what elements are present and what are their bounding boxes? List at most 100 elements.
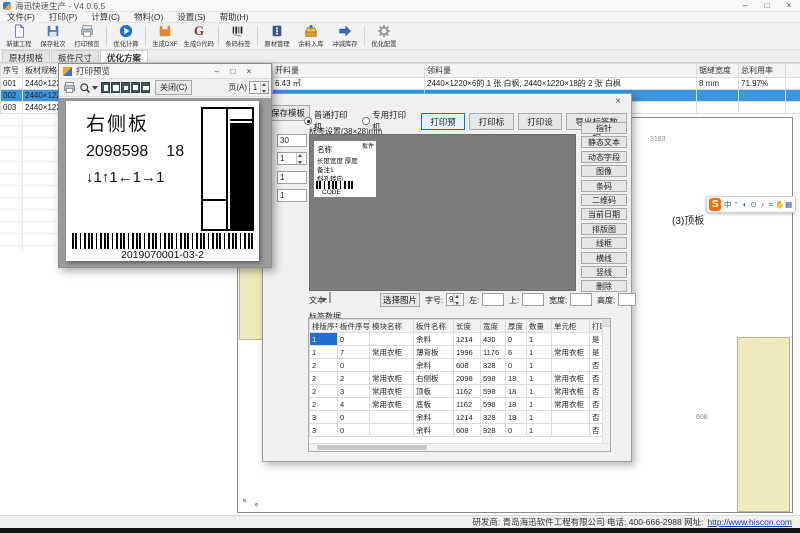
normal-printer-radio[interactable] — [304, 117, 312, 125]
table-row[interactable]: 24常用衣柜底板1162598181常用衣柜否 — [310, 398, 605, 411]
save-batch-button[interactable]: 保存批次 — [36, 23, 70, 49]
table-row[interactable]: 20 余料60832801 否 — [310, 359, 605, 372]
vertical-scrollbar[interactable] — [602, 319, 610, 445]
label-data-table[interactable]: 排版序号板件序号模块名称板件名称长度宽度厚度数量单元柜打印10 余料121443… — [309, 319, 605, 437]
tool-layout-diagram-button[interactable]: 排版图 — [581, 223, 627, 235]
tool-current-date-button[interactable]: 当前日期 — [581, 208, 627, 220]
template-code-field[interactable]: CODE — [322, 189, 341, 196]
height-input[interactable] — [618, 293, 636, 306]
preview-close-button[interactable]: × — [241, 64, 257, 79]
tab-optimize-plan[interactable]: 优化方案 — [100, 50, 148, 62]
menu-settings[interactable]: 设置(S) — [170, 11, 212, 23]
label-margin-input[interactable]: 1 — [277, 171, 307, 184]
website-link[interactable]: http://www.hiscon.com — [707, 517, 792, 527]
preview-minimize-button[interactable]: – — [209, 64, 225, 79]
template-corner-field[interactable]: 板件 — [362, 141, 374, 150]
print-preview-dialog-button[interactable]: 打印预览 — [421, 113, 466, 130]
preview-close-action-button[interactable]: 关闭(C) — [155, 80, 192, 95]
tool-vline-button[interactable]: 竖线 — [581, 266, 627, 278]
table-row[interactable]: 23常用衣柜顶板1162598181常用衣柜否 — [310, 385, 605, 398]
two-page-toggle[interactable] — [121, 82, 130, 93]
text-combo[interactable] — [329, 292, 331, 303]
generate-gcode-icon: G — [194, 24, 204, 38]
page-number-stepper[interactable]: 1 — [249, 81, 269, 94]
preview-toolbar: 关闭(C) 页(A) 1 — [59, 79, 271, 97]
top-input[interactable] — [522, 293, 544, 306]
ime-keyboard-icon[interactable]: ⌗ — [767, 200, 776, 210]
table-row[interactable]: 17常用衣柜薄背板1996117661常用衣柜是 — [310, 346, 605, 359]
ime-punct-icon[interactable]: ” — [732, 200, 741, 209]
dialog-close-icon[interactable]: × — [615, 96, 621, 107]
label-design-area[interactable]: 名称 板件 长度宽度 厚度 备注1 斜孔转向 CODE — [309, 134, 576, 291]
single-page-toggle[interactable] — [101, 82, 110, 93]
table-row[interactable]: 30 余料60892801 否 — [310, 424, 605, 437]
tab-raw-material[interactable]: 原材规格 — [2, 50, 50, 62]
deduct-stock-icon — [338, 24, 352, 38]
label-count-stepper[interactable]: 1 — [277, 152, 307, 165]
pick-image-button[interactable]: 选择图片 — [380, 293, 420, 307]
barcode-label-button[interactable]: 条码标签 — [221, 23, 255, 49]
menu-help[interactable]: 帮助(H) — [213, 11, 256, 23]
multi-page-toggle[interactable] — [141, 82, 150, 93]
optimize-calc-button[interactable]: 优化计算 — [109, 23, 143, 49]
tool-qrcode-button[interactable]: 二维码 — [581, 194, 627, 206]
remnant-instock-button[interactable]: 余料入库 — [294, 23, 328, 49]
table-row[interactable]: 22常用衣柜右侧板2098598181常用衣柜否 — [310, 372, 605, 385]
print-label-button[interactable]: 打印标签 — [469, 113, 514, 130]
menu-file[interactable]: 文件(F) — [0, 11, 42, 23]
tool-dynamic-field-button[interactable]: 动态字段 — [581, 151, 627, 163]
preview-content-area: 右侧板 209859818 ↓1↑1←1→1 2019070001-03-2 — [59, 98, 271, 267]
facing-page-toggle[interactable] — [111, 82, 120, 93]
width-input[interactable] — [570, 293, 592, 306]
label-width-input[interactable]: 30 — [277, 134, 307, 147]
print-settings-button[interactable]: 打印设置 — [518, 113, 563, 130]
generate-gcode-button[interactable]: G 生成G代码 — [182, 23, 216, 49]
menu-material[interactable]: 物料(O) — [127, 11, 170, 23]
tool-static-text-button[interactable]: 静态文本 — [581, 136, 627, 148]
ime-handwrite-icon[interactable]: ✋ — [775, 200, 784, 209]
new-project-button[interactable]: 新建工程 — [2, 23, 36, 49]
four-page-toggle[interactable] — [131, 82, 140, 93]
left-input[interactable] — [482, 293, 504, 306]
menu-print[interactable]: 打印(P) — [42, 11, 84, 23]
ime-toolbar[interactable]: S 中 ” ◐ ⊙ ♪ ⌗ ✋ ▦ — [706, 196, 796, 213]
optimize-config-button[interactable]: 优化配置 — [367, 23, 401, 49]
zoom-icon[interactable] — [79, 82, 91, 94]
tool-image-button[interactable]: 图像 — [581, 165, 627, 177]
print-preview-button[interactable]: 打印预览 — [70, 23, 104, 49]
material-manage-button[interactable]: 原材管理 — [260, 23, 294, 49]
maximize-button[interactable]: □ — [756, 0, 778, 12]
top-label: 上: — [509, 295, 519, 306]
table-row[interactable]: 30 余料1214328181 否 — [310, 411, 605, 424]
zoom-dropdown-icon[interactable] — [92, 86, 98, 90]
preview-maximize-button[interactable]: □ — [225, 64, 241, 79]
template-name-field[interactable]: 名称 — [317, 144, 332, 155]
tool-hline-button[interactable]: 横线 — [581, 252, 627, 264]
horizontal-scrollbar[interactable] — [309, 443, 611, 451]
tool-pointer-button[interactable]: 指针 — [581, 122, 627, 134]
minimize-button[interactable]: – — [734, 0, 756, 12]
label-template[interactable]: 名称 板件 长度宽度 厚度 备注1 斜孔转向 CODE — [314, 141, 376, 197]
ime-logo-icon[interactable]: S — [709, 198, 721, 211]
close-button[interactable]: × — [778, 0, 800, 12]
tab-panel-size[interactable]: 板件尺寸 — [51, 50, 99, 62]
ime-toolbox-icon[interactable]: ▦ — [784, 200, 793, 209]
generate-dxf-button[interactable]: 生成DXF — [148, 23, 182, 49]
table-row[interactable]: 10 余料121443001 是 — [310, 333, 605, 346]
font-size-stepper[interactable]: 9 — [446, 293, 464, 306]
optimize-calc-icon — [119, 24, 133, 38]
menu-calc[interactable]: 计算(C) — [84, 11, 127, 23]
label-gap-input[interactable]: 1 — [277, 189, 307, 202]
ime-lang-icon[interactable]: 中 — [723, 199, 732, 210]
tool-delete-button[interactable]: 删除 — [581, 280, 627, 292]
template-barcode[interactable] — [316, 181, 356, 189]
ime-emoji-icon[interactable]: ◐ — [741, 200, 750, 209]
deduct-stock-button[interactable]: 冲减库存 — [328, 23, 362, 49]
print-icon[interactable] — [63, 81, 76, 94]
ime-voice-icon[interactable]: ♪ — [758, 200, 767, 209]
ime-skin-icon[interactable]: ⊙ — [749, 200, 758, 209]
tool-barcode-button[interactable]: 条码 — [581, 180, 627, 192]
dedicated-printer-radio[interactable] — [362, 117, 370, 125]
label-print-dialog: × 保存模板 普通打印机 专用打印机 打印预览 打印标签 打印设置 导出标签数据… — [262, 93, 632, 462]
tool-wireframe-button[interactable]: 线框 — [581, 237, 627, 249]
